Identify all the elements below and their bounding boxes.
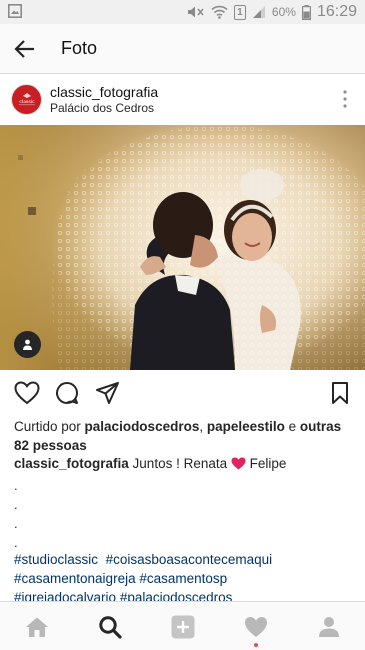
caption-text: Juntos ! Renata [128, 456, 231, 471]
wedding-photo [0, 125, 365, 370]
tagged-people-button[interactable] [14, 331, 41, 358]
nav-profile[interactable] [316, 614, 342, 640]
svg-text:classic: classic [19, 99, 35, 105]
likes-conjunction: e [284, 419, 300, 434]
red-heart-emoji-icon [231, 457, 246, 470]
status-bar: 1 60% 16:29 [0, 0, 365, 24]
more-options-icon[interactable] [343, 90, 347, 108]
post-header: classic classic_fotografia Palácio dos C… [0, 75, 365, 125]
caption-username[interactable]: classic_fotografia [14, 456, 129, 471]
clock: 16:29 [316, 3, 357, 20]
search-icon [99, 616, 122, 639]
hashtags: #studioclassic #coisasboasacontecemaqui … [14, 550, 359, 607]
post-caption: classic_fotografia Juntos ! Renata Felip… [14, 456, 354, 471]
comment-icon[interactable] [55, 381, 79, 405]
image-icon [8, 4, 22, 18]
post-photo[interactable] [0, 125, 365, 370]
likes-summary[interactable]: Curtido por palaciodoscedros, papeleesti… [14, 417, 354, 455]
back-arrow-icon[interactable] [14, 38, 36, 60]
likes-prefix: Curtido por [14, 419, 85, 434]
person-icon [23, 339, 32, 350]
post-location[interactable]: Palácio dos Cedros [50, 101, 154, 115]
liker-link[interactable]: papeleestilo [207, 419, 285, 434]
page-title: Foto [61, 38, 98, 58]
battery-percent: 60% [271, 5, 296, 19]
mute-icon [187, 6, 204, 18]
hashtag-link[interactable]: #studioclassic [14, 552, 98, 567]
profile-icon [319, 617, 339, 637]
hashtag-link[interactable]: #coisasboasacontecemaqui [106, 552, 273, 567]
likes-separator: , [199, 419, 207, 434]
nav-add[interactable] [170, 614, 196, 640]
signal-icon [252, 6, 265, 18]
heart-icon[interactable] [14, 381, 40, 405]
add-icon [171, 615, 195, 639]
status-icons: 1 60% 16:29 [187, 0, 357, 24]
hashtag-link[interactable]: #casamentonaigreja [14, 571, 136, 586]
sim-icon: 1 [233, 4, 246, 20]
wifi-icon [211, 5, 228, 19]
caption-text: Felipe [245, 456, 287, 471]
bookmark-icon[interactable] [331, 381, 349, 405]
nav-activity[interactable] [243, 614, 269, 647]
app-bar: Foto [0, 24, 365, 74]
notification-dot [254, 643, 258, 647]
hashtag-link[interactable]: #casamentosp [139, 571, 227, 586]
action-bar [0, 378, 365, 410]
activity-heart-icon [245, 617, 267, 637]
caption-dots: . . . . [14, 476, 18, 552]
liker-link[interactable]: palaciodoscedros [85, 419, 200, 434]
bottom-nav [0, 601, 365, 650]
brand-logo: classic [18, 92, 35, 105]
avatar[interactable]: classic [11, 84, 42, 115]
nav-search[interactable] [97, 614, 123, 640]
post-username[interactable]: classic_fotografia [50, 84, 158, 100]
share-icon[interactable] [95, 381, 120, 405]
caption-dot: . [14, 497, 18, 512]
nav-home[interactable] [24, 614, 50, 640]
home-icon [26, 617, 48, 637]
caption-dot: . [14, 478, 18, 493]
caption-dot: . [14, 516, 18, 531]
battery-icon [301, 4, 311, 20]
